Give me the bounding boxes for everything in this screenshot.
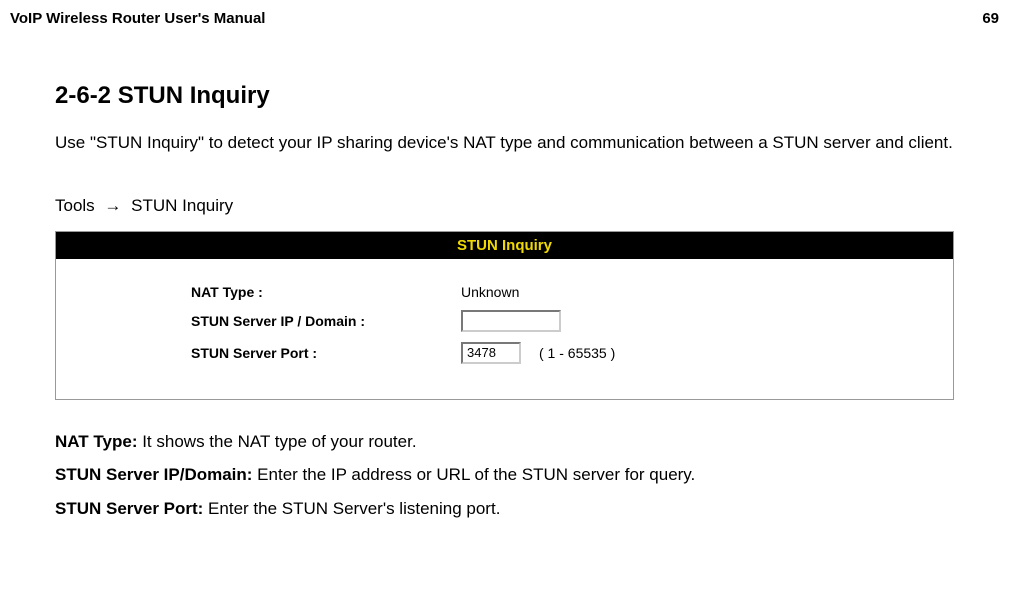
page-content: 2-6-2 STUN Inquiry Use "STUN Inquiry" to… bbox=[0, 82, 1009, 521]
server-port-def-text: Enter the STUN Server's listening port. bbox=[203, 499, 500, 518]
page-number: 69 bbox=[982, 10, 999, 27]
breadcrumb-level2: STUN Inquiry bbox=[131, 196, 233, 215]
server-ip-row: STUN Server IP / Domain : bbox=[191, 310, 953, 332]
nat-type-definition: NAT Type: It shows the NAT type of your … bbox=[55, 430, 954, 454]
server-port-def-label: STUN Server Port: bbox=[55, 499, 203, 518]
server-port-input[interactable] bbox=[461, 342, 521, 364]
server-port-row: STUN Server Port : ( 1 - 65535 ) bbox=[191, 342, 953, 364]
panel-header: STUN Inquiry bbox=[56, 232, 953, 259]
server-port-definition: STUN Server Port: Enter the STUN Server'… bbox=[55, 497, 954, 521]
stun-inquiry-panel: STUN Inquiry NAT Type : Unknown STUN Ser… bbox=[55, 231, 954, 400]
server-ip-definition: STUN Server IP/Domain: Enter the IP addr… bbox=[55, 463, 954, 487]
section-title: 2-6-2 STUN Inquiry bbox=[55, 82, 954, 110]
intro-paragraph: Use "STUN Inquiry" to detect your IP sha… bbox=[55, 130, 954, 156]
nat-type-row: NAT Type : Unknown bbox=[191, 284, 953, 300]
breadcrumb-arrow: → bbox=[104, 196, 121, 215]
server-port-label: STUN Server Port : bbox=[191, 345, 461, 361]
breadcrumb: Tools → STUN Inquiry bbox=[55, 196, 954, 216]
server-ip-def-text: Enter the IP address or URL of the STUN … bbox=[252, 465, 695, 484]
server-ip-def-label: STUN Server IP/Domain: bbox=[55, 465, 252, 484]
nat-type-def-label: NAT Type: bbox=[55, 432, 137, 451]
nat-type-value: Unknown bbox=[461, 284, 519, 300]
nat-type-def-text: It shows the NAT type of your router. bbox=[137, 432, 416, 451]
server-ip-input[interactable] bbox=[461, 310, 561, 332]
page-header: VoIP Wireless Router User's Manual 69 bbox=[0, 0, 1009, 27]
port-range-text: ( 1 - 65535 ) bbox=[539, 345, 615, 361]
breadcrumb-level1: Tools bbox=[55, 196, 95, 215]
panel-body: NAT Type : Unknown STUN Server IP / Doma… bbox=[56, 259, 953, 399]
server-ip-label: STUN Server IP / Domain : bbox=[191, 313, 461, 329]
nat-type-label: NAT Type : bbox=[191, 284, 461, 300]
manual-title: VoIP Wireless Router User's Manual bbox=[10, 10, 265, 27]
